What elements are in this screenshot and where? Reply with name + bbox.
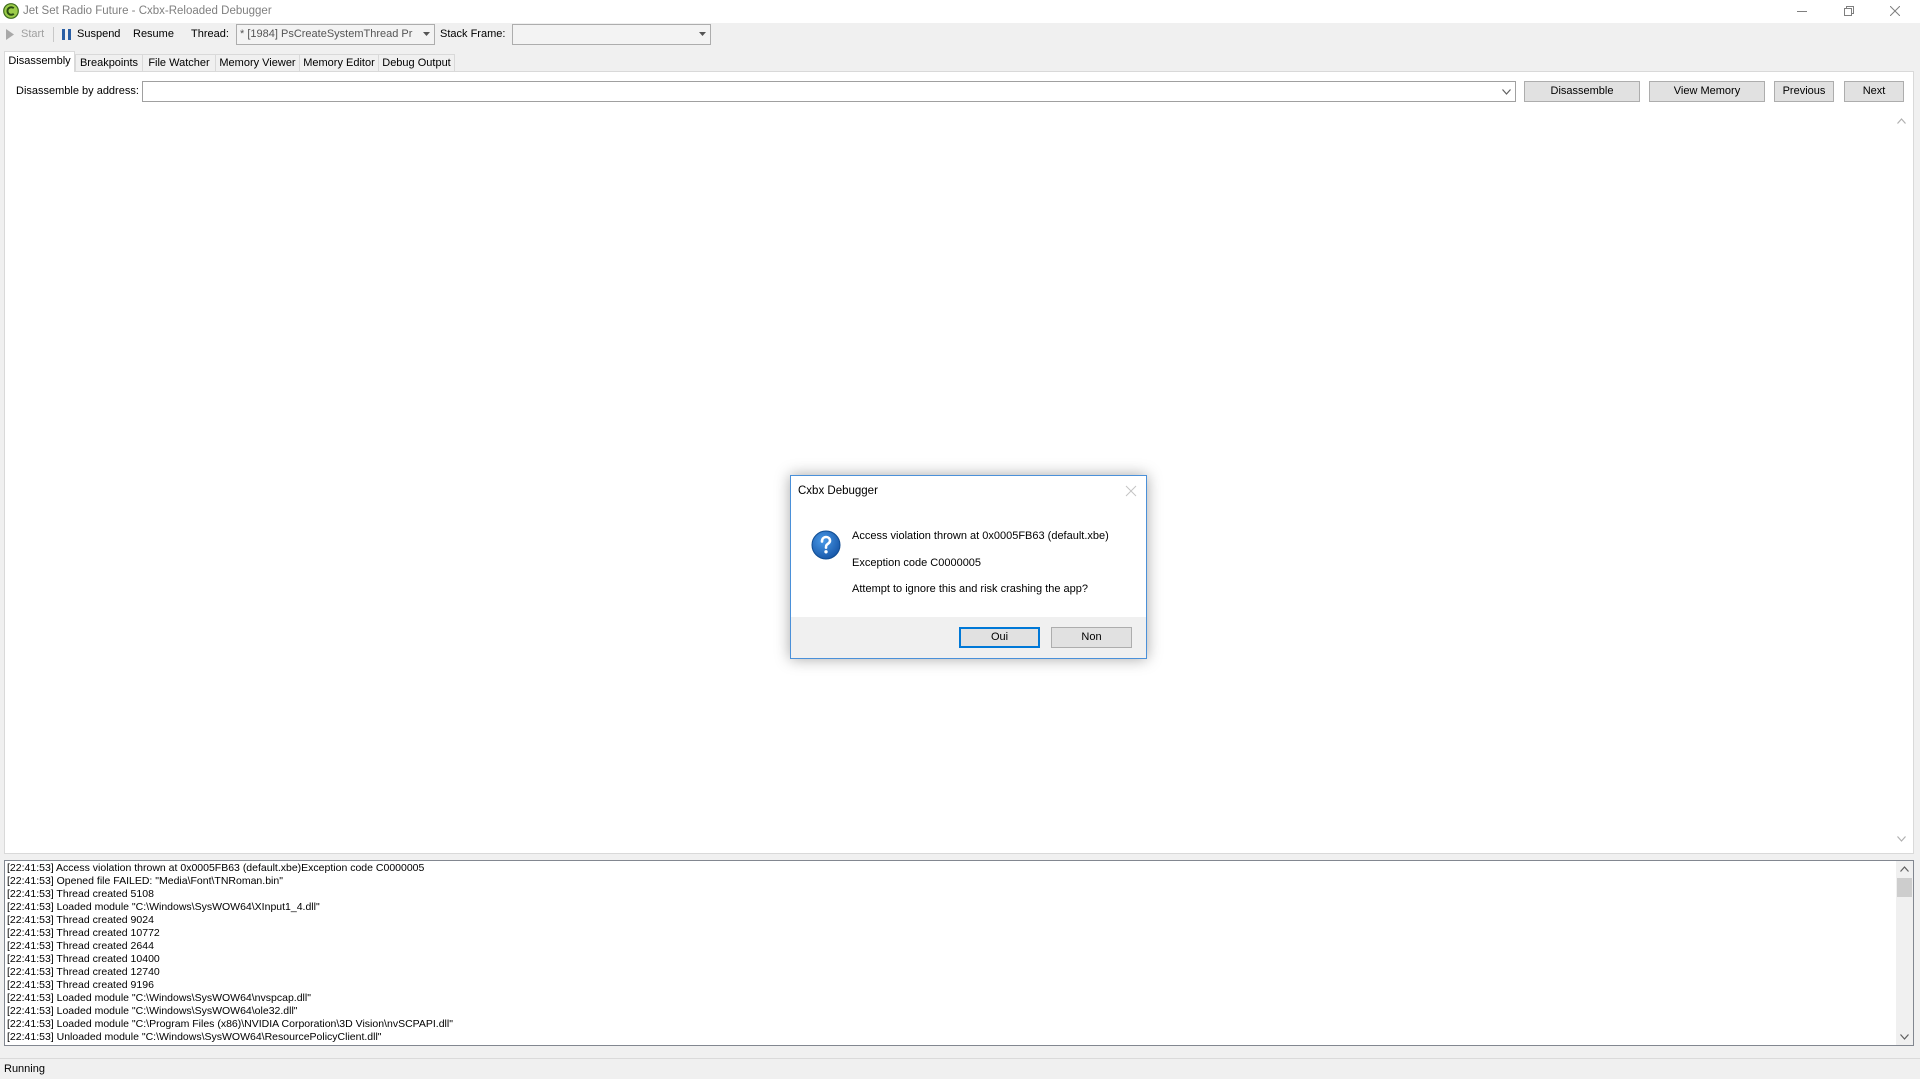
log-line: [22:41:53] Unloaded module "C:\Windows\S… — [7, 1031, 382, 1043]
minimize-icon — [1797, 11, 1807, 12]
tab-file-watcher[interactable]: File Watcher — [142, 54, 216, 71]
log-scrollbar[interactable] — [1896, 861, 1913, 1045]
resume-button[interactable]: Resume — [130, 24, 180, 45]
start-button[interactable]: Start — [3, 24, 47, 45]
dialog-message-line: Exception code C0000005 — [852, 557, 982, 569]
log-lines: [22:41:53] Access violation thrown at 0x… — [7, 862, 1887, 1044]
log-line: [22:41:53] Access violation thrown at 0x… — [7, 862, 425, 874]
tab-debug-output[interactable]: Debug Output — [378, 54, 455, 71]
log-line: [22:41:53] Thread created 5108 — [7, 888, 154, 900]
suspend-label: Suspend — [77, 28, 121, 40]
suspend-button[interactable]: Suspend — [59, 24, 125, 45]
log-scrollbar-thumb[interactable] — [1897, 878, 1912, 897]
log-line: [22:41:53] Loaded module "C:\Windows\Sys… — [7, 901, 320, 913]
stack-frame-label: Stack Frame: — [440, 28, 506, 40]
pause-icon — [62, 29, 71, 40]
thread-dropdown[interactable]: * [1984] PsCreateSystemThread Pr — [236, 24, 435, 45]
play-icon — [6, 29, 14, 40]
chevron-down-icon — [699, 32, 706, 37]
start-label: Start — [21, 28, 45, 40]
disassembly-scrollbar[interactable] — [1893, 110, 1910, 848]
log-line: [22:41:53] Thread created 2644 — [7, 940, 154, 952]
tab-memory-viewer[interactable]: Memory Viewer — [215, 54, 300, 71]
dialog-message-line: Access violation thrown at 0x0005FB63 (d… — [852, 530, 1109, 542]
restore-button[interactable] — [1826, 0, 1872, 22]
debug-log[interactable]: [22:41:53] Access violation thrown at 0x… — [4, 860, 1914, 1046]
chevron-down-icon[interactable] — [1900, 1034, 1909, 1040]
log-line: [22:41:53] Loaded module "C:\Windows\Sys… — [7, 992, 311, 1004]
log-line: [22:41:53] Thread created 10400 — [7, 953, 160, 965]
log-line: [22:41:53] Thread created 9196 — [7, 979, 154, 991]
restore-icon — [1844, 6, 1854, 16]
dialog-message-line: Attempt to ignore this and risk crashing… — [852, 583, 1089, 595]
no-button[interactable]: Non — [1051, 627, 1132, 648]
window-title-bar[interactable]: Jet Set Radio Future - Cxbx-Reloaded Deb… — [0, 0, 1920, 23]
window-title: Jet Set Radio Future - Cxbx-Reloaded Deb… — [23, 5, 272, 17]
chevron-down-icon — [423, 32, 430, 37]
log-line: [22:41:53] Thread created 10772 — [7, 927, 160, 939]
view-memory-button[interactable]: View Memory — [1649, 81, 1765, 102]
chevron-up-icon[interactable] — [1897, 118, 1906, 124]
chevron-down-icon[interactable] — [1897, 836, 1906, 842]
status-bar: Running — [0, 1058, 1920, 1079]
yes-button[interactable]: Oui — [959, 627, 1040, 648]
toolbar: Start Suspend Resume Thread: * [1984] Ps… — [0, 23, 1920, 46]
log-line: [22:41:53] Thread created 12740 — [7, 966, 160, 978]
tab-memory-editor[interactable]: Memory Editor — [299, 54, 379, 71]
disassemble-address-input[interactable] — [142, 81, 1516, 102]
minimize-button[interactable] — [1779, 0, 1825, 22]
tab-breakpoints[interactable]: Breakpoints — [75, 54, 143, 71]
chevron-down-icon[interactable] — [1502, 89, 1511, 95]
question-icon — [811, 530, 841, 560]
log-line: [22:41:53] Opened file FAILED: "Media\Fo… — [7, 875, 283, 887]
thread-dropdown-value: * [1984] PsCreateSystemThread Pr — [240, 28, 413, 40]
tab-disassembly[interactable]: Disassembly — [4, 51, 75, 72]
toolbar-separator — [53, 27, 54, 42]
cxbx-app-icon[interactable] — [3, 3, 19, 19]
dialog-button-bar: Oui Non — [791, 617, 1146, 658]
close-button[interactable] — [1872, 0, 1918, 22]
next-button[interactable]: Next — [1844, 81, 1904, 102]
log-line: [22:41:53] Loaded module "C:\Program Fil… — [7, 1018, 453, 1030]
stack-frame-dropdown[interactable] — [512, 24, 711, 45]
log-line: [22:41:53] Loaded module "C:\Windows\Sys… — [7, 1005, 298, 1017]
disassemble-button[interactable]: Disassemble — [1524, 81, 1640, 102]
close-icon — [1124, 484, 1138, 498]
log-line: [22:41:53] Thread created 9024 — [7, 914, 154, 926]
previous-button[interactable]: Previous — [1774, 81, 1834, 102]
close-icon — [1890, 6, 1900, 16]
chevron-up-icon[interactable] — [1900, 866, 1909, 872]
dialog-title: Cxbx Debugger — [798, 485, 878, 497]
thread-label: Thread: — [191, 28, 229, 40]
status-text: Running — [4, 1063, 45, 1075]
disassemble-address-label: Disassemble by address: — [16, 85, 139, 97]
exception-dialog[interactable]: Cxbx Debugger Access violation thrown at… — [790, 475, 1147, 659]
